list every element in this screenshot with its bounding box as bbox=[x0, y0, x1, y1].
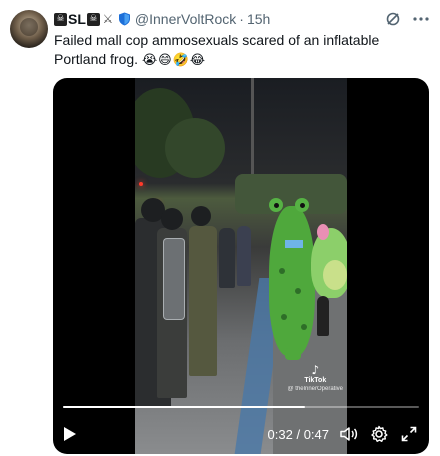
play-icon[interactable] bbox=[63, 422, 87, 446]
frog-pupil bbox=[274, 203, 279, 208]
frog-pupil bbox=[300, 203, 305, 208]
progress-fill bbox=[63, 406, 306, 408]
more-icon[interactable] bbox=[412, 10, 430, 28]
officer-helmet bbox=[161, 208, 183, 230]
officer-helmet bbox=[191, 206, 211, 226]
tweet-emojis: 😭😄🤣😂 bbox=[141, 53, 207, 68]
tweet-header: ☠ SL ☠ ⚔ @InnerVoltRock · 15h bbox=[54, 10, 430, 28]
tiktok-brand: TikTok bbox=[304, 377, 327, 384]
settings-icon[interactable] bbox=[369, 424, 389, 444]
frog-belly bbox=[323, 260, 347, 290]
fullscreen-icon[interactable] bbox=[399, 424, 419, 444]
display-name[interactable]: ☠ SL ☠ ⚔ bbox=[54, 11, 131, 27]
frog-costume bbox=[269, 206, 315, 356]
frog-spot bbox=[279, 268, 285, 274]
progress-bar[interactable] bbox=[63, 406, 419, 408]
video-player[interactable]: ♪ TikTok @ thelnnerOperative 0:32 / 0:47 bbox=[53, 78, 429, 454]
header-actions bbox=[384, 10, 430, 28]
frog-spot bbox=[301, 324, 307, 330]
current-time: 0:32 bbox=[267, 426, 293, 442]
time-readout: 0:32 / 0:47 bbox=[268, 427, 329, 442]
tiktok-user: @ thelnnerOperative bbox=[287, 386, 343, 392]
traffic-light bbox=[139, 182, 143, 186]
skull-flag-icon: ☠ bbox=[54, 12, 67, 26]
tweet-text: Failed mall cop ammosexuals scared of an… bbox=[54, 31, 430, 70]
tiktok-watermark: ♪ TikTok @ thelnnerOperative bbox=[288, 364, 343, 394]
separator-dot: · bbox=[239, 11, 244, 27]
volume-icon[interactable] bbox=[339, 424, 359, 444]
officer bbox=[189, 226, 217, 376]
video-frame: ♪ TikTok @ thelnnerOperative bbox=[135, 78, 347, 454]
frog-spot bbox=[295, 288, 301, 294]
frog-bow bbox=[317, 224, 329, 240]
bystander bbox=[237, 226, 251, 286]
handle[interactable]: @InnerVoltRock bbox=[135, 11, 236, 27]
time-separator: / bbox=[292, 426, 304, 442]
avatar[interactable] bbox=[10, 10, 48, 48]
frog-bowtie bbox=[285, 240, 303, 248]
skull-flag-icon: ☠ bbox=[86, 12, 100, 26]
bystander bbox=[219, 228, 235, 288]
total-time: 0:47 bbox=[303, 426, 329, 442]
display-name-text: SL bbox=[68, 11, 86, 27]
tweet-body: Failed mall cop ammosexuals scared of an… bbox=[54, 32, 380, 67]
frog-foot bbox=[285, 348, 301, 360]
grok-icon[interactable] bbox=[384, 10, 402, 28]
riot-shield bbox=[163, 238, 185, 320]
timestamp[interactable]: 15h bbox=[247, 11, 270, 27]
tiktok-icon: ♪ bbox=[311, 363, 320, 377]
crossed-swords-icon: ⚔ bbox=[102, 12, 114, 26]
person bbox=[317, 296, 329, 336]
video-controls: 0:32 / 0:47 bbox=[53, 420, 429, 448]
tree bbox=[165, 118, 225, 178]
tweet: ☠ SL ☠ ⚔ @InnerVoltRock · 15h Failed mal… bbox=[0, 0, 440, 456]
frog-spot bbox=[281, 314, 287, 320]
shield-icon bbox=[118, 12, 131, 26]
